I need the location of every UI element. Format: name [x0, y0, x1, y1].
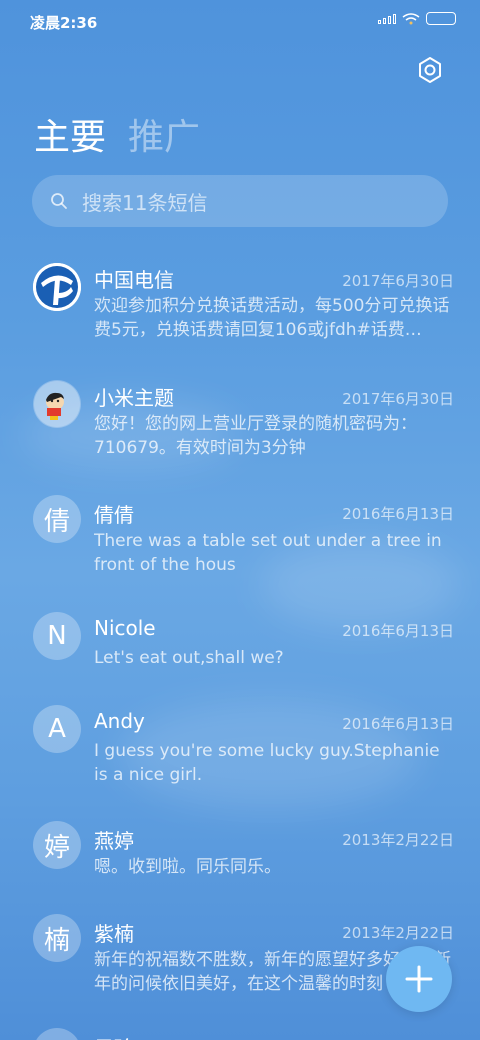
message-date: 2016年6月13日 [342, 505, 454, 523]
message-preview: 嗯。收到啦。同乐同乐。 [94, 857, 281, 877]
message-date: 2016年6月13日 [342, 715, 454, 733]
contact-name: 中国电信 [94, 268, 174, 292]
message-date: 2013年2月22日 [342, 924, 454, 942]
tab-primary[interactable]: 主要 [34, 108, 106, 160]
message-preview: 欢迎参加积分兑换话费活动，每500分可兑换话费5元，兑换话费请回复106或jfd… [94, 296, 450, 340]
contact-avatar: 倩 [33, 495, 81, 543]
wifi-icon [402, 12, 420, 24]
message-preview: I guess you're some lucky guy.Stephanie … [94, 741, 440, 785]
contact-avatar: A [33, 705, 81, 753]
tab-bar: 主要 推广 [34, 108, 200, 160]
status-icons [378, 12, 456, 25]
contact-name: Andy [94, 709, 145, 733]
new-message-button[interactable] [386, 946, 452, 1012]
cartoon-avatar-icon [33, 380, 81, 428]
contact-name: 子玲 [94, 1032, 134, 1040]
search-icon [51, 193, 67, 209]
contact-name: 燕婷 [94, 829, 134, 853]
search-input[interactable]: 搜索11条短信 [82, 187, 207, 216]
china-telecom-logo-icon [33, 263, 81, 311]
message-preview: There was a table set out under a tree i… [94, 531, 442, 575]
contact-name: Nicole [94, 616, 156, 640]
message-date: 2017年6月30日 [342, 272, 454, 290]
plus-icon [405, 965, 433, 993]
battery-icon [426, 12, 456, 25]
contact-name: 小米主题 [94, 386, 174, 410]
contact-avatar: N [33, 612, 81, 660]
contact-name: 倩倩 [94, 503, 134, 527]
signal-icon [378, 13, 396, 24]
message-date: 2016年6月13日 [342, 622, 454, 640]
conversation-item[interactable]: 小米主题 2017年6月30日 您好！您的网上营业厅登录的随机密码为：71067… [0, 378, 480, 478]
tab-promo[interactable]: 推广 [128, 108, 200, 160]
contact-name: 紫楠 [94, 922, 134, 946]
conversation-item[interactable]: N Nicole 2016年6月13日 Let's eat out,shall … [0, 612, 480, 692]
contact-avatar [33, 1028, 81, 1040]
message-date: 2013年2月22日 [342, 831, 454, 849]
search-bar[interactable]: 搜索11条短信 [32, 175, 448, 227]
conversation-item[interactable]: 子玲 [0, 1028, 480, 1040]
conversation-item[interactable]: 婷 燕婷 2013年2月22日 嗯。收到啦。同乐同乐。 [0, 821, 480, 901]
settings-gear-icon[interactable] [416, 56, 444, 84]
message-preview: 您好！您的网上营业厅登录的随机密码为：710679。有效时间为3分钟 [94, 414, 417, 458]
contact-avatar: 楠 [33, 914, 81, 962]
conversation-item[interactable]: A Andy 2016年6月13日 I guess you're some lu… [0, 705, 480, 805]
conversation-item[interactable]: 倩 倩倩 2016年6月13日 There was a table set ou… [0, 495, 480, 595]
conversation-item[interactable]: 中国电信 2017年6月30日 欢迎参加积分兑换话费活动，每500分可兑换话费5… [0, 260, 480, 360]
status-time: 凌晨2:36 [30, 14, 98, 32]
message-preview: Let's eat out,shall we? [94, 648, 284, 668]
status-bar: 凌晨2:36 [0, 0, 480, 44]
contact-avatar: 婷 [33, 821, 81, 869]
message-date: 2017年6月30日 [342, 390, 454, 408]
